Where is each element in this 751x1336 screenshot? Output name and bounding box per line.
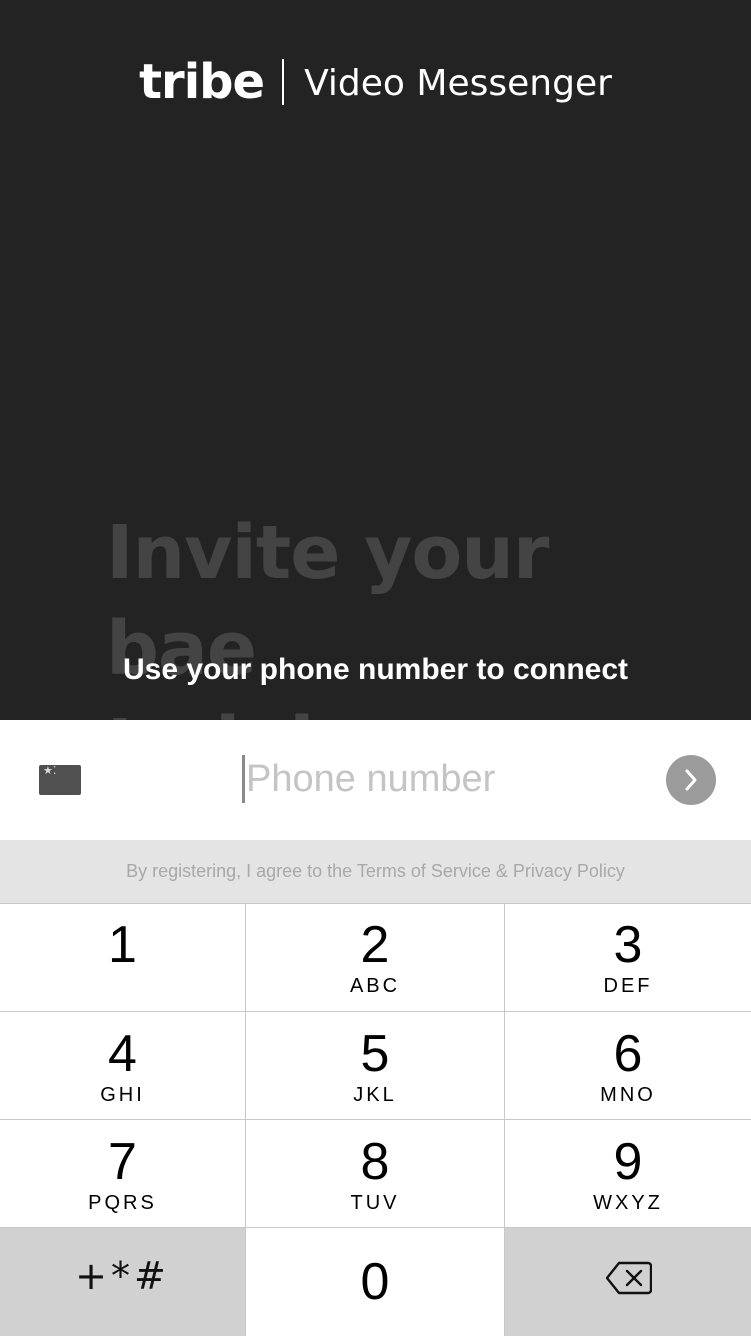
key-digit: 3	[613, 916, 643, 974]
connect-instruction: Use your phone number to connect	[122, 653, 629, 686]
symbols-label: +*#	[75, 1254, 170, 1298]
key-4[interactable]: 4 GHI	[0, 1012, 245, 1119]
keypad-divider	[0, 903, 751, 904]
key-9[interactable]: 9 WXYZ	[505, 1120, 751, 1227]
keypad: 1 2 ABC 3 DEF 4 GHI 5 JKL 6 MNO 7 PQRS 8…	[0, 903, 751, 1336]
key-digit: 5	[360, 1025, 390, 1083]
key-symbols[interactable]: +*#	[0, 1228, 245, 1336]
key-letters: PQRS	[88, 1192, 157, 1214]
key-8[interactable]: 8 TUV	[246, 1120, 504, 1227]
key-letters: TUV	[350, 1192, 400, 1214]
screen: tribe Video Messenger Invite your bae to…	[0, 0, 751, 1336]
key-5[interactable]: 5 JKL	[246, 1012, 504, 1119]
backspace-button[interactable]	[505, 1228, 751, 1336]
brand-logo: tribe	[139, 54, 265, 110]
key-letters: MNO	[600, 1084, 656, 1106]
key-6[interactable]: 6 MNO	[505, 1012, 751, 1119]
key-7[interactable]: 7 PQRS	[0, 1120, 245, 1227]
key-digit: 6	[613, 1025, 643, 1083]
country-flag-button[interactable]: ★⁚	[39, 765, 81, 795]
key-0[interactable]: 0	[246, 1228, 504, 1336]
text-cursor	[242, 755, 245, 803]
phone-number-input[interactable]	[246, 754, 646, 804]
key-digit: 1	[108, 916, 137, 974]
china-flag-icon: ★⁚	[43, 765, 57, 777]
key-digit: 9	[613, 1133, 643, 1191]
key-digit: 8	[360, 1133, 390, 1191]
next-button[interactable]	[666, 755, 716, 805]
header-title: Video Messenger	[304, 63, 612, 104]
key-letters: ABC	[349, 975, 401, 997]
key-letters: WXYZ	[593, 1192, 663, 1214]
key-1[interactable]: 1	[0, 903, 245, 1011]
keypad-divider	[245, 903, 246, 1336]
key-letters: DEF	[603, 975, 653, 997]
key-letters: GHI	[100, 1084, 145, 1106]
phone-input-panel: ★⁚	[0, 720, 751, 840]
header: tribe Video Messenger	[0, 52, 751, 112]
header-divider	[282, 59, 285, 105]
key-digit: 0	[360, 1253, 390, 1311]
key-letters: JKL	[353, 1084, 397, 1106]
key-digit: 4	[108, 1025, 137, 1083]
key-digit: 2	[360, 916, 390, 974]
keypad-divider	[0, 1119, 751, 1120]
keypad-divider	[0, 1227, 751, 1228]
chevron-right-icon	[685, 769, 697, 791]
keypad-divider	[504, 903, 505, 1336]
terms-bar: By registering, I agree to the Terms of …	[0, 840, 751, 903]
key-3[interactable]: 3 DEF	[505, 903, 751, 1011]
backspace-icon	[606, 1261, 652, 1295]
key-digit: 7	[108, 1133, 137, 1191]
key-2[interactable]: 2 ABC	[246, 903, 504, 1011]
keypad-divider	[0, 1011, 751, 1012]
terms-link[interactable]: By registering, I agree to the Terms of …	[126, 861, 625, 882]
promo-line: Invite your	[106, 510, 549, 596]
